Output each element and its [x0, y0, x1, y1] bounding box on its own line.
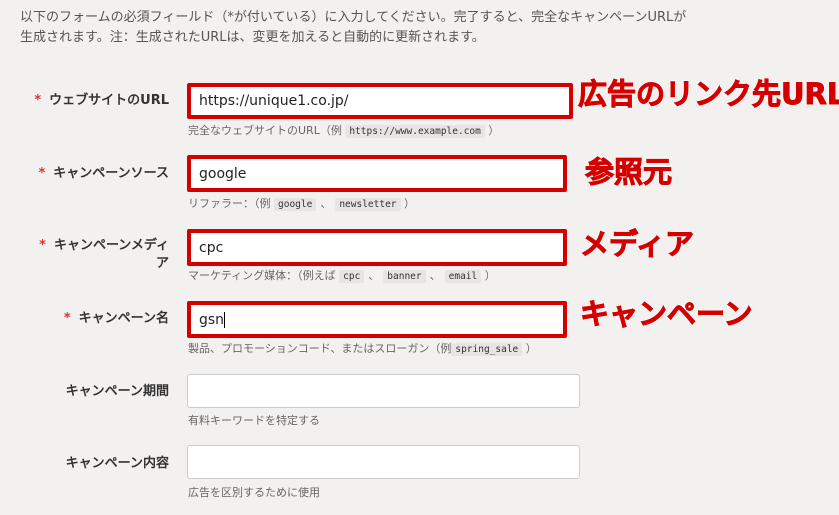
campaign-source-label-text: キャンペーンソース: [53, 166, 169, 181]
campaign-name-help: 製品、プロモーションコード、またはスローガン（例 spring_sale ）: [188, 341, 537, 358]
help-example: banner: [383, 270, 426, 283]
campaign-medium-label: * キャンペーンメディ ア: [9, 237, 169, 273]
campaign-name-input[interactable]: gsn: [187, 301, 567, 338]
help-text: ）: [488, 124, 500, 137]
campaign-source-help: リファラー：（例 google、 newsletter ）: [188, 196, 415, 213]
campaign-term-help: 有料キーワードを特定する: [188, 414, 320, 427]
help-example: https://www.example.com: [345, 125, 485, 138]
help-text: 製品、プロモーションコード、またはスローガン（例: [188, 342, 452, 355]
help-separator: 、: [429, 269, 441, 282]
required-mark: *: [39, 238, 46, 253]
annotation-campaign: キャンペーン: [580, 297, 754, 332]
help-example: google: [274, 198, 317, 211]
campaign-content-input[interactable]: [187, 445, 580, 479]
campaign-name-value: gsn: [199, 311, 225, 328]
campaign-name-label-text: キャンペーン名: [78, 311, 169, 326]
campaign-source-label: * キャンペーンソース: [38, 165, 169, 183]
required-mark: *: [63, 311, 71, 326]
help-separator: 、: [368, 269, 380, 282]
campaign-content-help: 広告を区別するために使用: [188, 486, 320, 499]
website-url-help: 完全なウェブサイトのURL（例 https://www.example.com …: [188, 123, 499, 140]
campaign-name-label: * キャンペーン名: [64, 310, 169, 328]
help-text: ）: [484, 269, 496, 282]
annotation-medium: メディア: [580, 227, 695, 262]
help-text: 完全なウェブサイトのURL（例: [188, 124, 342, 137]
intro-line-2: 生成されます。注：生成されたURLは、変更を加えると自動的に更新されます。: [20, 30, 485, 45]
help-example: spring_sale: [451, 343, 523, 356]
campaign-medium-label-line-1: * キャンペーンメディ: [9, 237, 169, 255]
text-cursor: [224, 311, 226, 328]
campaign-medium-label-text: キャンペーンメディ: [53, 238, 169, 253]
help-text: ）: [525, 342, 537, 355]
required-mark: *: [34, 93, 42, 108]
help-text: ）: [404, 197, 416, 210]
help-text: マーケティング媒体：（例えば: [188, 269, 336, 282]
website-url-input[interactable]: [187, 83, 573, 119]
campaign-term-label: キャンペーン期間: [65, 384, 169, 399]
help-example: cpc: [339, 270, 365, 283]
help-text: リファラー：（例: [188, 197, 271, 210]
campaign-medium-input[interactable]: [187, 229, 567, 266]
campaign-source-input[interactable]: [187, 155, 567, 192]
campaign-term-input[interactable]: [187, 374, 580, 408]
campaign-medium-label-line-2: ア: [155, 256, 169, 271]
annotation-referrer: 参照元: [584, 155, 673, 190]
required-mark: *: [38, 166, 46, 181]
help-example: email: [444, 270, 482, 283]
website-url-label-text: ウェブサイトのURL: [49, 93, 169, 108]
intro-text: 以下のフォームの必須フィールド（*が付いている）に入力してください。完了すると、…: [20, 8, 800, 48]
annotation-link-url: 広告のリンク先URL: [577, 77, 839, 112]
website-url-label: * ウェブサイトのURL: [34, 92, 169, 110]
help-separator: 、: [320, 197, 332, 210]
campaign-medium-help: マーケティング媒体：（例えば cpc、 banner、 email ）: [188, 268, 496, 285]
intro-line-1: 以下のフォームの必須フィールド（*が付いている）に入力してください。完了すると、…: [20, 10, 687, 25]
campaign-content-label: キャンペーン内容: [65, 456, 169, 471]
help-example: newsletter: [335, 198, 401, 211]
